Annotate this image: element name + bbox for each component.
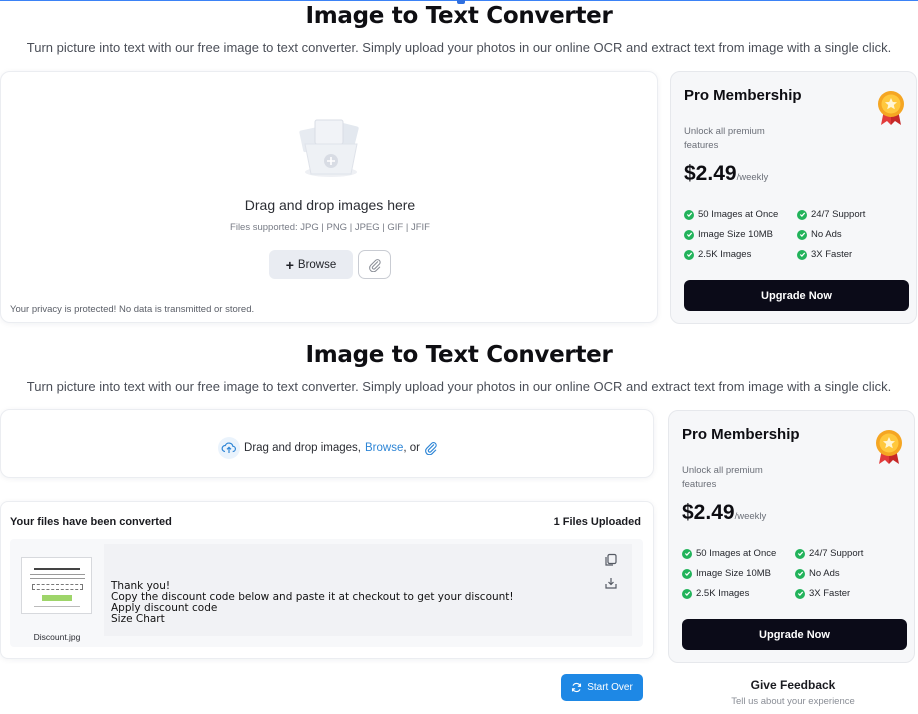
result-item: Discount.jpg Thank you! Copy the discoun… (10, 539, 643, 647)
page-title: Image to Text Converter (305, 3, 613, 29)
pro-description: Unlock all premium features (682, 465, 763, 490)
feature-label: 3X Faster (809, 588, 851, 599)
feature-item: 50 Images at Once (684, 209, 778, 220)
browse-button-label: Browse (297, 258, 337, 271)
feature-item: 24/7 Support (795, 548, 863, 559)
feature-label: 24/7 Support (811, 209, 866, 220)
check-icon (682, 548, 692, 559)
pro-price: $2.49/weekly (682, 501, 766, 525)
check-icon (682, 568, 692, 579)
check-icon (684, 229, 694, 240)
check-icon (797, 229, 807, 240)
feature-item: No Ads (797, 229, 842, 240)
start-over-button[interactable]: Start Over (561, 674, 643, 701)
feature-item: 3X Faster (795, 588, 850, 599)
supported-formats: Files supported: JPG | PNG | JPEG | GIF … (230, 222, 430, 233)
feature-label: 50 Images at Once (696, 548, 777, 559)
ocr-line: Apply discount code (111, 602, 218, 614)
pro-membership-card: Pro Membership Unlock all premium featur… (668, 410, 915, 663)
pro-description: Unlock all premium features (684, 126, 765, 151)
or-text: , or (403, 442, 420, 454)
upgrade-now-button[interactable]: Upgrade Now (684, 280, 909, 311)
dropzone-label: Drag and drop images here (244, 197, 416, 213)
ocr-line: Size Chart (111, 613, 165, 625)
check-icon (795, 588, 805, 599)
award-badge-icon (878, 91, 904, 125)
pro-membership-card: Pro Membership Unlock all premium featur… (670, 71, 917, 324)
price-period: /weekly (736, 172, 769, 183)
browse-link[interactable]: Browse (365, 442, 403, 454)
feature-item: 3X Faster (797, 249, 852, 260)
check-icon (795, 548, 805, 559)
file-thumbnail (21, 557, 92, 614)
browse-button[interactable]: + Browse (269, 250, 353, 279)
feature-label: 3X Faster (811, 249, 853, 260)
award-badge-icon (876, 430, 902, 464)
dropzone-row: Drag and drop images, Browse, or (1, 437, 655, 459)
results-heading: Your files have been converted (10, 516, 172, 528)
check-icon (684, 209, 694, 220)
extracted-text-area[interactable]: Thank you! Copy the discount code below … (104, 544, 632, 636)
page-subtitle: Turn picture into text with our free ima… (26, 40, 892, 55)
files-count: 1 Files Uploaded (553, 516, 641, 528)
pro-title: Pro Membership (682, 426, 800, 443)
file-name: Discount.jpg (33, 632, 81, 642)
price-period: /weekly (734, 511, 767, 522)
feature-label: No Ads (811, 229, 842, 240)
feature-item: 50 Images at Once (682, 548, 776, 559)
plus-icon: + (285, 256, 294, 273)
upload-illustration-icon (299, 119, 359, 177)
check-icon (684, 249, 694, 260)
attach-link-button[interactable] (358, 250, 391, 279)
start-over-label: Start Over (587, 682, 633, 693)
pro-title: Pro Membership (684, 87, 802, 104)
feature-item: Image Size 10MB (684, 229, 773, 240)
feedback-title[interactable]: Give Feedback (668, 678, 918, 692)
feedback-subtitle: Tell us about your experience (731, 696, 855, 707)
feature-item: 2.5K Images (684, 249, 751, 260)
feature-label: 24/7 Support (809, 548, 864, 559)
feature-item: Image Size 10MB (682, 568, 771, 579)
privacy-note: Your privacy is protected! No data is tr… (10, 304, 255, 315)
dropzone-prompt: Drag and drop images, (244, 442, 361, 454)
feature-label: 50 Images at Once (698, 209, 779, 220)
check-icon (797, 249, 807, 260)
upload-dropzone-compact[interactable]: Drag and drop images, Browse, or (0, 409, 654, 478)
paperclip-icon[interactable] (424, 441, 438, 455)
feature-item: 2.5K Images (682, 588, 749, 599)
paperclip-icon (368, 258, 381, 272)
copy-icon[interactable] (604, 553, 618, 567)
feature-item: No Ads (795, 568, 840, 579)
check-icon (797, 209, 807, 220)
feature-label: 2.5K Images (698, 249, 752, 260)
page-subtitle: Turn picture into text with our free ima… (26, 379, 892, 394)
conversion-results: Your files have been converted 1 Files U… (0, 501, 654, 659)
refresh-icon (572, 682, 582, 693)
page-title: Image to Text Converter (305, 342, 613, 368)
price-amount: $2.49 (684, 162, 737, 185)
upload-dropzone[interactable]: Drag and drop images here Files supporte… (0, 71, 658, 323)
cloud-upload-icon (218, 437, 241, 459)
check-icon (682, 588, 692, 599)
feature-label: No Ads (809, 568, 840, 579)
upgrade-now-button[interactable]: Upgrade Now (682, 619, 907, 650)
feature-item: 24/7 Support (797, 209, 865, 220)
check-icon (795, 568, 805, 579)
feature-label: Image Size 10MB (698, 229, 773, 240)
download-icon[interactable] (604, 576, 618, 590)
extracted-text: Thank you! Copy the discount code below … (111, 581, 514, 625)
feature-label: 2.5K Images (696, 588, 750, 599)
pro-price: $2.49/weekly (684, 162, 768, 186)
feature-label: Image Size 10MB (696, 568, 771, 579)
price-amount: $2.49 (682, 501, 735, 524)
